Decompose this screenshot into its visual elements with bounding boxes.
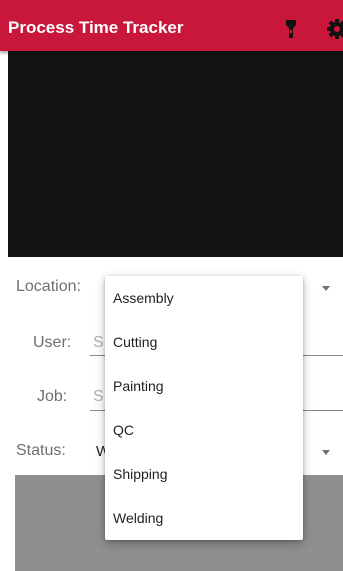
user-input[interactable]: S <box>93 334 104 352</box>
job-label: Job: <box>37 388 68 405</box>
job-input[interactable]: S <box>93 388 104 406</box>
dropdown-option[interactable]: Painting <box>105 364 303 408</box>
location-label: Location: <box>16 278 81 295</box>
gear-icon[interactable] <box>326 18 343 40</box>
dropdown-option[interactable]: Shipping <box>105 452 303 496</box>
location-dropdown-menu: Assembly Cutting Painting QC Shipping We… <box>105 276 303 540</box>
dropdown-option[interactable]: Welding <box>105 496 303 540</box>
app-bar: Process Time Tracker <box>0 0 343 51</box>
user-label: User: <box>33 334 72 351</box>
dropdown-option[interactable]: Assembly <box>105 276 303 320</box>
camera-preview <box>8 51 343 257</box>
dropdown-option[interactable]: QC <box>105 408 303 452</box>
status-dropdown-arrow-icon[interactable] <box>322 450 330 455</box>
app-title: Process Time Tracker <box>8 18 184 37</box>
location-dropdown-arrow-icon[interactable] <box>322 286 330 291</box>
status-label: Status: <box>16 442 66 459</box>
flashlight-icon[interactable] <box>285 19 297 39</box>
dropdown-option[interactable]: Cutting <box>105 320 303 364</box>
